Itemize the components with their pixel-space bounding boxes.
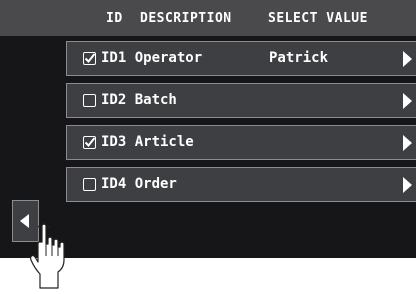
hand-pointer-icon [30,222,65,289]
checkbox-empty-icon[interactable] [83,94,96,107]
list-row-id2[interactable]: ID2 Batch [66,83,416,118]
row-label: ID4 Order [101,176,177,192]
list-row-id4[interactable]: ID4 Order [66,167,416,202]
row-label: ID3 Article [101,134,194,150]
row-value: Patrick [269,50,329,66]
table-header: ID DESCRIPTION SELECT VALUE [0,0,416,36]
checkbox-empty-icon[interactable] [83,178,96,191]
chevron-right-icon[interactable] [403,93,412,109]
row-label: ID2 Batch [101,92,177,108]
list-row-id3[interactable]: ID3 Article [66,125,416,160]
chevron-right-icon[interactable] [403,51,412,67]
header-description: DESCRIPTION [140,11,232,26]
header-select-value: SELECT VALUE [268,11,368,26]
checkbox-checked-icon[interactable] [83,136,96,149]
row-label: ID1 Operator [101,50,203,66]
header-id: ID [106,11,123,26]
chevron-right-icon[interactable] [403,177,412,193]
selection-screen: ID DESCRIPTION SELECT VALUE ID1 Operator… [0,0,416,294]
checkbox-checked-icon[interactable] [83,52,96,65]
list-row-id1[interactable]: ID1 Operator Patrick [66,41,416,76]
chevron-right-icon[interactable] [403,135,412,151]
